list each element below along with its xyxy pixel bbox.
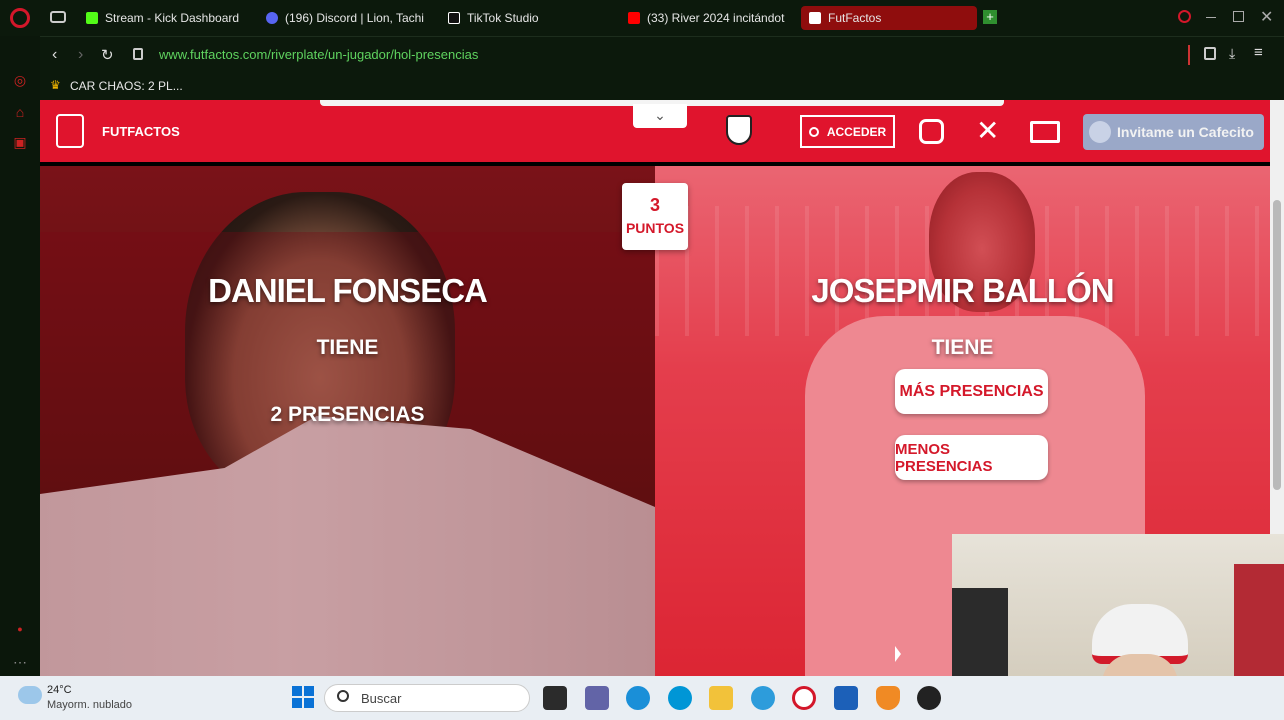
lock-icon[interactable] [133,48,143,60]
cafecito-button[interactable]: Invitame un Cafecito [1083,114,1264,150]
menu-icon[interactable]: ≡ [1254,44,1263,61]
snapshot-icon[interactable] [1204,47,1216,60]
kick-icon [86,12,98,24]
discord-icon [266,12,278,24]
cafecito-label: Invitame un Cafecito [1117,124,1254,140]
crown-icon: ♛ [50,78,61,92]
back-icon[interactable]: ‹ [52,46,57,64]
tab-label: (33) River 2024 incitándot [647,11,785,25]
tab-kick[interactable]: Stream - Kick Dashboard [78,6,254,30]
tab-youtube[interactable]: (33) River 2024 incitándot [620,6,796,30]
taskbar-search[interactable]: Buscar [324,684,530,712]
aria-icon[interactable]: ◎ [11,72,29,90]
score-badge: 3 PUNTOS [622,183,688,250]
login-label: ACCEDER [826,124,887,139]
chevron-down-icon[interactable]: ⌄ [633,104,687,128]
workspace-icon[interactable] [50,11,66,23]
more-appearances-button[interactable]: MÁS PRESENCIAS [895,369,1048,414]
divider [1188,45,1190,65]
download-icon[interactable]: ⤓ [1229,45,1235,62]
site-navbar: ⌄ FUTFACTOS ACCEDER ✕ Invitame un Cafeci… [40,100,1270,162]
brand-name[interactable]: FUTFACTOS [102,124,180,139]
url-field[interactable]: www.futfactos.com/riverplate/un-jugador/… [159,47,478,62]
browser-sidebar: ◎ ⌂ ▣ ● ⋯ [0,36,40,676]
right-player-verb: TIENE [931,336,994,359]
opera-taskbar-icon[interactable] [792,686,816,710]
instagram-icon[interactable] [919,119,944,144]
minimize-icon[interactable] [1206,17,1216,18]
windows-start-icon[interactable] [292,686,314,708]
address-bar: ‹ › ↻ www.futfactos.com/riverplate/un-ju… [40,36,1284,72]
whatsapp-icon[interactable]: ▣ [11,134,29,152]
store-icon[interactable] [834,686,858,710]
search-label: Buscar [361,691,402,706]
task-view-icon[interactable] [543,686,567,710]
right-player-name: JOSEPMIR BALLÓN [811,272,1114,309]
obs-icon[interactable] [917,686,941,710]
teams-icon[interactable] [585,686,609,710]
weather-temp[interactable]: 24°C [47,684,72,696]
edge-icon[interactable] [626,686,650,710]
scrollbar-thumb[interactable] [1273,200,1281,490]
opera-logo-icon[interactable] [10,8,30,28]
login-button[interactable]: ACCEDER [800,115,895,148]
weather-desc[interactable]: Mayorm. nublado [47,699,132,711]
tab-label: TikTok Studio [467,11,539,25]
forward-icon[interactable]: › [78,46,83,64]
reload-icon[interactable]: ↻ [101,46,114,64]
futfactos-icon [809,12,821,24]
search-tabs-icon[interactable] [1178,10,1191,23]
score-value: 3 [649,195,660,215]
twitch-icon[interactable]: ⌂ [11,104,29,122]
tab-label: FutFactos [828,11,882,25]
tab-tiktok[interactable]: TikTok Studio [440,6,600,30]
tab-label: (196) Discord | Lion, Tachi [285,11,424,25]
hp-icon[interactable] [668,686,692,710]
maximize-icon[interactable] [1233,11,1244,22]
tab-discord[interactable]: (196) Discord | Lion, Tachi [258,6,430,30]
close-icon[interactable]: ✕ [1260,7,1273,27]
file-explorer-icon[interactable] [709,686,733,710]
youtube-icon [628,12,640,24]
left-player-stat: 2 PRESENCIAS [270,403,425,426]
user-icon [808,126,819,137]
river-crest-icon[interactable] [726,115,752,145]
mail-icon[interactable] [1030,121,1060,143]
tab-label: Stream - Kick Dashboard [105,11,240,25]
left-player-verb: TIENE [316,336,379,359]
microphone-icon[interactable] [876,686,900,710]
bookmarks-bar: ♛ CAR CHAOS: 2 PL... [40,72,1284,100]
score-label: PUNTOS [625,220,685,236]
tab-futfactos[interactable]: FutFactos [801,6,977,30]
chrome-icon[interactable] [751,686,775,710]
search-icon [337,690,349,702]
browser-tab-bar: Stream - Kick Dashboard (196) Discord | … [0,0,1284,36]
left-player-panel: DANIEL FONSECA TIENE 2 PRESENCIAS [40,166,655,676]
less-appearances-button[interactable]: MENOS PRESENCIAS [895,435,1048,480]
new-tab-button[interactable]: + [983,10,997,24]
more-icon[interactable]: ⋯ [11,654,29,672]
futfactos-logo-icon[interactable] [56,114,84,148]
x-twitter-icon[interactable]: ✕ [976,114,999,147]
tiktok-icon [448,12,460,24]
mouse-cursor-icon [895,646,901,662]
windows-taskbar: 24°C Mayorm. nublado Buscar [0,646,1284,720]
weather-icon[interactable] [18,686,42,704]
bookmark-item[interactable]: CAR CHAOS: 2 PL... [70,79,183,93]
left-player-name: DANIEL FONSECA [208,272,488,309]
coffee-icon [1089,121,1111,143]
sidebar-badge-icon[interactable]: ● [11,624,29,642]
